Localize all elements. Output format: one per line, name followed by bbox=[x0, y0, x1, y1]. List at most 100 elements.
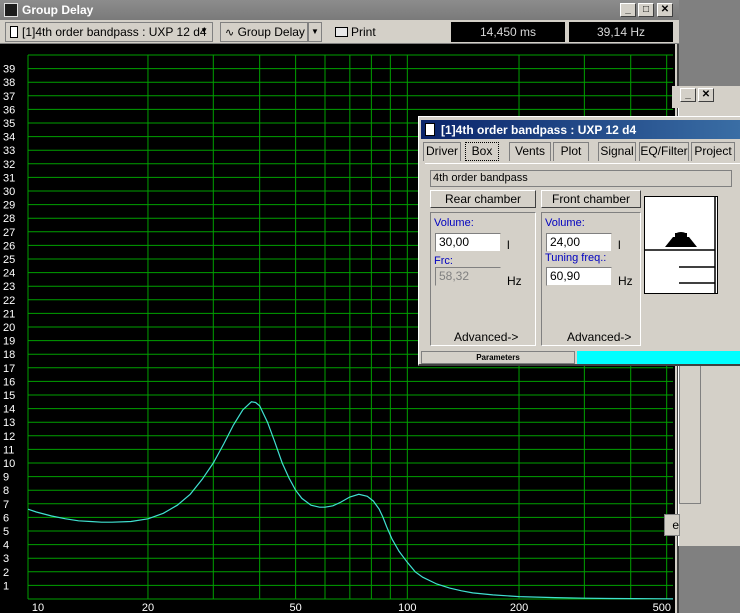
front-tuning-unit: Hz bbox=[618, 274, 633, 288]
parameters-status-label: Parameters bbox=[421, 351, 575, 364]
y-tick-label: 39 bbox=[3, 64, 15, 76]
project-selector-label: [1]4th order bandpass : UXP 12 d4 bbox=[22, 25, 207, 39]
rear-volume-label: Volume: bbox=[434, 217, 474, 229]
cursor-frequency-readout: 39,14 Hz bbox=[569, 22, 673, 42]
tab-driver[interactable]: Driver bbox=[423, 142, 461, 161]
status-progress-fill bbox=[577, 351, 740, 364]
x-tick-label: 50 bbox=[289, 602, 301, 613]
y-tick-label: 2 bbox=[3, 567, 9, 579]
y-tick-label: 18 bbox=[3, 349, 15, 361]
front-volume-input[interactable]: 24,00 bbox=[546, 233, 612, 252]
rear-volume-input[interactable]: 30,00 bbox=[435, 233, 501, 252]
printer-icon bbox=[335, 27, 348, 37]
y-tick-label: 13 bbox=[3, 417, 15, 429]
dialog-status-bar: Parameters bbox=[421, 351, 740, 364]
tab-project[interactable]: Project bbox=[691, 142, 735, 161]
y-tick-label: 16 bbox=[3, 376, 15, 388]
front-tuning-label: Tuning freq.: bbox=[545, 252, 607, 264]
y-tick-label: 8 bbox=[3, 485, 9, 497]
rear-chamber-group: Volume: 30,00 l Frc: 58,32 Hz Advanced-> bbox=[430, 212, 536, 346]
document-icon bbox=[425, 123, 435, 136]
rear-advanced-button[interactable]: Advanced-> bbox=[454, 330, 518, 344]
chevron-down-icon: ▼ bbox=[200, 26, 208, 35]
rear-frc-label: Frc: bbox=[434, 255, 453, 267]
background-dialog-titlebar: _ ✕ bbox=[672, 86, 740, 108]
y-tick-label: 4 bbox=[3, 540, 9, 552]
x-tick-label: 200 bbox=[510, 602, 528, 613]
x-tick-label: 500 bbox=[653, 602, 671, 613]
y-tick-label: 36 bbox=[3, 104, 15, 116]
toolbar: [1]4th order bandpass : UXP 12 d4 ▼ ∿ Gro… bbox=[0, 20, 679, 44]
front-advanced-button[interactable]: Advanced-> bbox=[567, 330, 631, 344]
close-button[interactable]: ✕ bbox=[657, 3, 673, 17]
project-selector[interactable]: [1]4th order bandpass : UXP 12 d4 ▼ bbox=[5, 22, 213, 42]
box-tab-panel: 4th order bandpass Rear chamber Front ch… bbox=[425, 163, 740, 346]
rear-frc-input: 58,32 bbox=[435, 267, 501, 286]
box-parameters-dialog: [1]4th order bandpass : UXP 12 d4 Driver… bbox=[418, 116, 740, 366]
app-icon bbox=[4, 3, 18, 17]
y-tick-label: 37 bbox=[3, 91, 15, 103]
background-close-button[interactable]: ✕ bbox=[698, 88, 714, 102]
front-volume-label: Volume: bbox=[545, 217, 585, 229]
x-tick-label: 10 bbox=[32, 602, 44, 613]
document-icon bbox=[10, 26, 18, 38]
y-tick-label: 22 bbox=[3, 295, 15, 307]
x-tick-label: 20 bbox=[142, 602, 154, 613]
front-chamber-button[interactable]: Front chamber bbox=[541, 190, 641, 208]
rear-chamber-button[interactable]: Rear chamber bbox=[430, 190, 536, 208]
y-tick-label: 23 bbox=[3, 281, 15, 293]
tab-eq-filter[interactable]: EQ/Filter bbox=[639, 142, 689, 161]
y-tick-label: 9 bbox=[3, 472, 9, 484]
y-tick-label: 34 bbox=[3, 132, 15, 144]
group-delay-curve bbox=[27, 401, 674, 600]
view-dropdown-button[interactable]: ▼ bbox=[308, 22, 322, 42]
y-tick-label: 28 bbox=[3, 213, 15, 225]
maximize-button[interactable]: □ bbox=[638, 3, 654, 17]
minimize-button[interactable]: _ bbox=[620, 3, 636, 17]
window-title: Group Delay bbox=[22, 3, 94, 17]
background-minimize-button[interactable]: _ bbox=[680, 88, 696, 102]
y-tick-label: 12 bbox=[3, 431, 15, 443]
view-selector[interactable]: ∿ Group Delay bbox=[220, 22, 308, 42]
view-selector-label: Group Delay bbox=[237, 25, 305, 39]
rear-volume-unit: l bbox=[507, 238, 510, 252]
y-tick-label: 17 bbox=[3, 363, 15, 375]
y-tick-label: 3 bbox=[3, 553, 9, 565]
front-volume-unit: l bbox=[618, 238, 621, 252]
y-tick-label: 26 bbox=[3, 240, 15, 252]
y-tick-label: 20 bbox=[3, 322, 15, 334]
y-tick-label: 38 bbox=[3, 77, 15, 89]
background-dialog-button[interactable]: e bbox=[664, 514, 680, 536]
enclosure-preview bbox=[644, 196, 718, 294]
print-button[interactable]: Print bbox=[330, 22, 390, 42]
y-tick-label: 27 bbox=[3, 227, 15, 239]
cursor-time-readout: 14,450 ms bbox=[451, 22, 565, 42]
background-panel bbox=[679, 364, 701, 504]
tab-signal[interactable]: Signal bbox=[598, 142, 636, 161]
front-chamber-group: Volume: 24,00 l Tuning freq.: 60,90 Hz A… bbox=[541, 212, 641, 346]
y-tick-label: 32 bbox=[3, 159, 15, 171]
dialog-tabs: Driver Box Vents Plot Signal EQ/Filter P… bbox=[423, 142, 740, 162]
front-tuning-input[interactable]: 60,90 bbox=[546, 267, 612, 286]
y-tick-label: 15 bbox=[3, 390, 15, 402]
y-tick-label: 11 bbox=[3, 444, 14, 456]
dialog-title: [1]4th order bandpass : UXP 12 d4 bbox=[441, 123, 637, 137]
y-tick-label: 19 bbox=[3, 336, 15, 348]
tab-box[interactable]: Box bbox=[465, 142, 499, 161]
y-tick-label: 24 bbox=[3, 268, 15, 280]
y-tick-label: 1 bbox=[3, 580, 9, 592]
y-tick-label: 21 bbox=[3, 308, 15, 320]
tab-plot[interactable]: Plot bbox=[553, 142, 589, 161]
dialog-titlebar[interactable]: [1]4th order bandpass : UXP 12 d4 bbox=[421, 120, 740, 139]
bandpass-enclosure-diagram bbox=[645, 197, 717, 293]
chevron-down-icon: ▼ bbox=[311, 27, 319, 36]
y-tick-label: 35 bbox=[3, 118, 15, 130]
y-tick-label: 33 bbox=[3, 145, 15, 157]
box-name-field[interactable]: 4th order bandpass bbox=[430, 170, 732, 187]
waveform-icon: ∿ bbox=[225, 27, 235, 39]
y-tick-label: 14 bbox=[3, 404, 15, 416]
window-titlebar[interactable]: Group Delay _ □ ✕ bbox=[0, 0, 679, 20]
print-label: Print bbox=[351, 25, 376, 39]
tab-vents[interactable]: Vents bbox=[509, 142, 551, 161]
y-tick-label: 5 bbox=[3, 526, 9, 538]
